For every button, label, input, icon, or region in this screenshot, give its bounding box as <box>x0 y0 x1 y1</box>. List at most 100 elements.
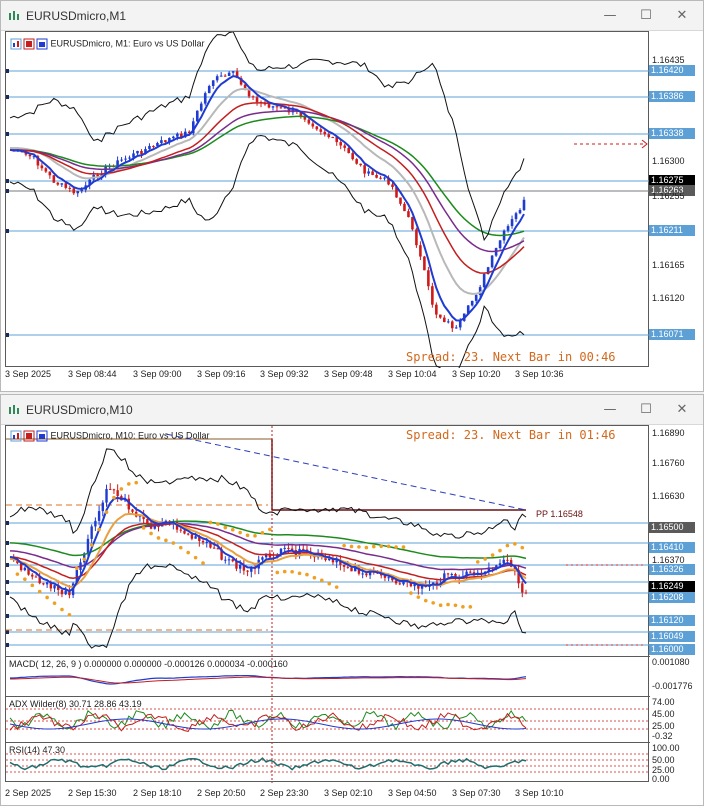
time-label: 3 Sep 09:48 <box>324 369 373 379</box>
parabolic-sar-dot <box>126 482 131 486</box>
level-marker <box>6 179 9 183</box>
parabolic-sar-dot <box>305 572 309 577</box>
price-chart[interactable]: EURUSDmicro, M1: Euro vs US Dollar Sprea… <box>5 31 650 368</box>
candle-body <box>179 529 182 531</box>
time-axis: 3 Sep 2025 3 Sep 08:44 3 Sep 09:00 3 Sep… <box>5 369 704 385</box>
parabolic-sar-dot <box>37 589 42 594</box>
parabolic-sar-dot <box>416 595 421 599</box>
chart-window-icon <box>9 11 19 20</box>
candle-body <box>342 564 346 567</box>
candle-body <box>68 187 72 189</box>
parabolic-sar-dot <box>164 538 168 543</box>
window-titlebar[interactable]: EURUSDmicro,M10 — ☐ ✕ <box>1 395 703 425</box>
level-marker <box>6 189 9 193</box>
candle-body <box>231 71 235 73</box>
candle-body <box>97 511 101 521</box>
time-label: 2 Sep 15:30 <box>68 788 117 798</box>
chart-window-m10[interactable]: EURUSDmicro,M10 — ☐ ✕ EURUSDmicro, M10: … <box>0 394 704 806</box>
parabolic-sar-dot <box>483 557 487 561</box>
level-marker <box>6 580 9 584</box>
price-chart[interactable]: EURUSDmicro, M10: Euro vs US Dollar Spre… <box>5 425 650 783</box>
parabolic-sar-dot <box>520 545 525 550</box>
candle-body <box>446 321 450 323</box>
price-tag: 1.16120 <box>649 615 695 626</box>
window-title: EURUSDmicro,M10 <box>26 403 133 417</box>
price-tag: 1.16208 <box>649 592 695 603</box>
level-marker <box>6 541 9 545</box>
candle-body <box>238 564 242 569</box>
candle-body <box>215 76 219 81</box>
candle-body <box>323 131 327 135</box>
candle-body <box>510 219 514 227</box>
candle-body <box>199 103 203 111</box>
time-label: 3 Sep 10:10 <box>515 788 564 798</box>
price-tag: 1.16249 <box>649 581 695 592</box>
adx-scale-label: 74.00 <box>652 697 675 707</box>
parabolic-sar-dot <box>401 545 406 549</box>
candle-body <box>146 519 149 524</box>
candle-body <box>112 489 116 491</box>
chart2-plot <box>6 426 650 783</box>
minimize-button[interactable]: — <box>595 400 625 420</box>
window-titlebar[interactable]: EURUSDmicro,M1 — ☐ ✕ <box>1 1 703 31</box>
price-scale[interactable]: 1.16890 1.16760 1.16630 1.16500 1.16410 … <box>649 425 703 784</box>
candle-body <box>427 270 430 287</box>
candle-body <box>391 184 394 187</box>
close-button[interactable]: ✕ <box>667 400 697 420</box>
time-label: 3 Sep 10:04 <box>388 369 437 379</box>
candle-body <box>283 547 286 549</box>
candle-body <box>371 171 374 175</box>
parabolic-sar-dot <box>513 542 517 546</box>
maximize-button[interactable]: ☐ <box>631 6 661 26</box>
time-label: 3 Sep 09:32 <box>260 369 309 379</box>
candle-body <box>482 274 486 288</box>
parabolic-sar-dot <box>290 570 294 574</box>
price-tag: 1.16211 <box>649 225 695 236</box>
parabolic-sar-dot <box>297 571 302 576</box>
candle-body <box>450 573 453 575</box>
minimize-button[interactable]: — <box>595 6 625 26</box>
close-button[interactable]: ✕ <box>667 6 697 26</box>
candle-body <box>227 72 231 76</box>
candle-body <box>399 197 402 204</box>
candle-body <box>28 154 32 157</box>
parabolic-sar-dot <box>409 591 413 595</box>
level-marker <box>6 333 9 337</box>
parabolic-sar-dot <box>446 602 450 607</box>
price-scale[interactable]: 1.16435 1.16420 1.16386 1.16338 1.16300 … <box>649 31 703 367</box>
level-marker <box>6 95 9 99</box>
candle-body <box>128 157 131 159</box>
price-tag: 1.16338 <box>649 128 695 139</box>
parabolic-sar-dot <box>75 566 79 571</box>
candle-body <box>331 137 335 139</box>
candle-body <box>64 590 67 595</box>
parabolic-sar-dot <box>216 522 220 526</box>
candle-body <box>359 163 362 166</box>
macd-scale-label: -0.001776 <box>652 681 693 691</box>
maximize-button[interactable]: ☐ <box>631 400 661 420</box>
parabolic-sar-dot <box>112 495 116 500</box>
parabolic-sar-dot <box>260 531 265 535</box>
candle-body <box>498 563 502 566</box>
chart-grid-icon <box>10 38 48 50</box>
level-marker <box>6 643 9 647</box>
candle-body <box>387 577 390 579</box>
candle-body <box>251 96 255 98</box>
candle-body <box>446 573 450 575</box>
candle-body <box>343 145 346 148</box>
parabolic-sar-dot <box>386 544 391 549</box>
parabolic-sar-dot <box>230 527 235 532</box>
spread-countdown: Spread: 23. Next Bar in 01:46 <box>406 428 616 442</box>
candle-body <box>52 175 56 183</box>
parabolic-sar-dot <box>156 536 161 540</box>
parabolic-sar-dot <box>171 541 176 545</box>
candle-body <box>443 317 446 323</box>
candle-body <box>148 145 151 150</box>
parabolic-sar-dot <box>253 534 257 538</box>
candle-body <box>45 582 49 585</box>
chart-window-m1[interactable]: EURUSDmicro,M1 — ☐ ✕ EURUSDmicro, M1: Eu… <box>0 0 704 392</box>
macd-scale-label: 0.001080 <box>652 657 690 667</box>
candle-body <box>101 502 105 512</box>
candle-body <box>375 174 378 178</box>
candle-body <box>470 300 474 306</box>
